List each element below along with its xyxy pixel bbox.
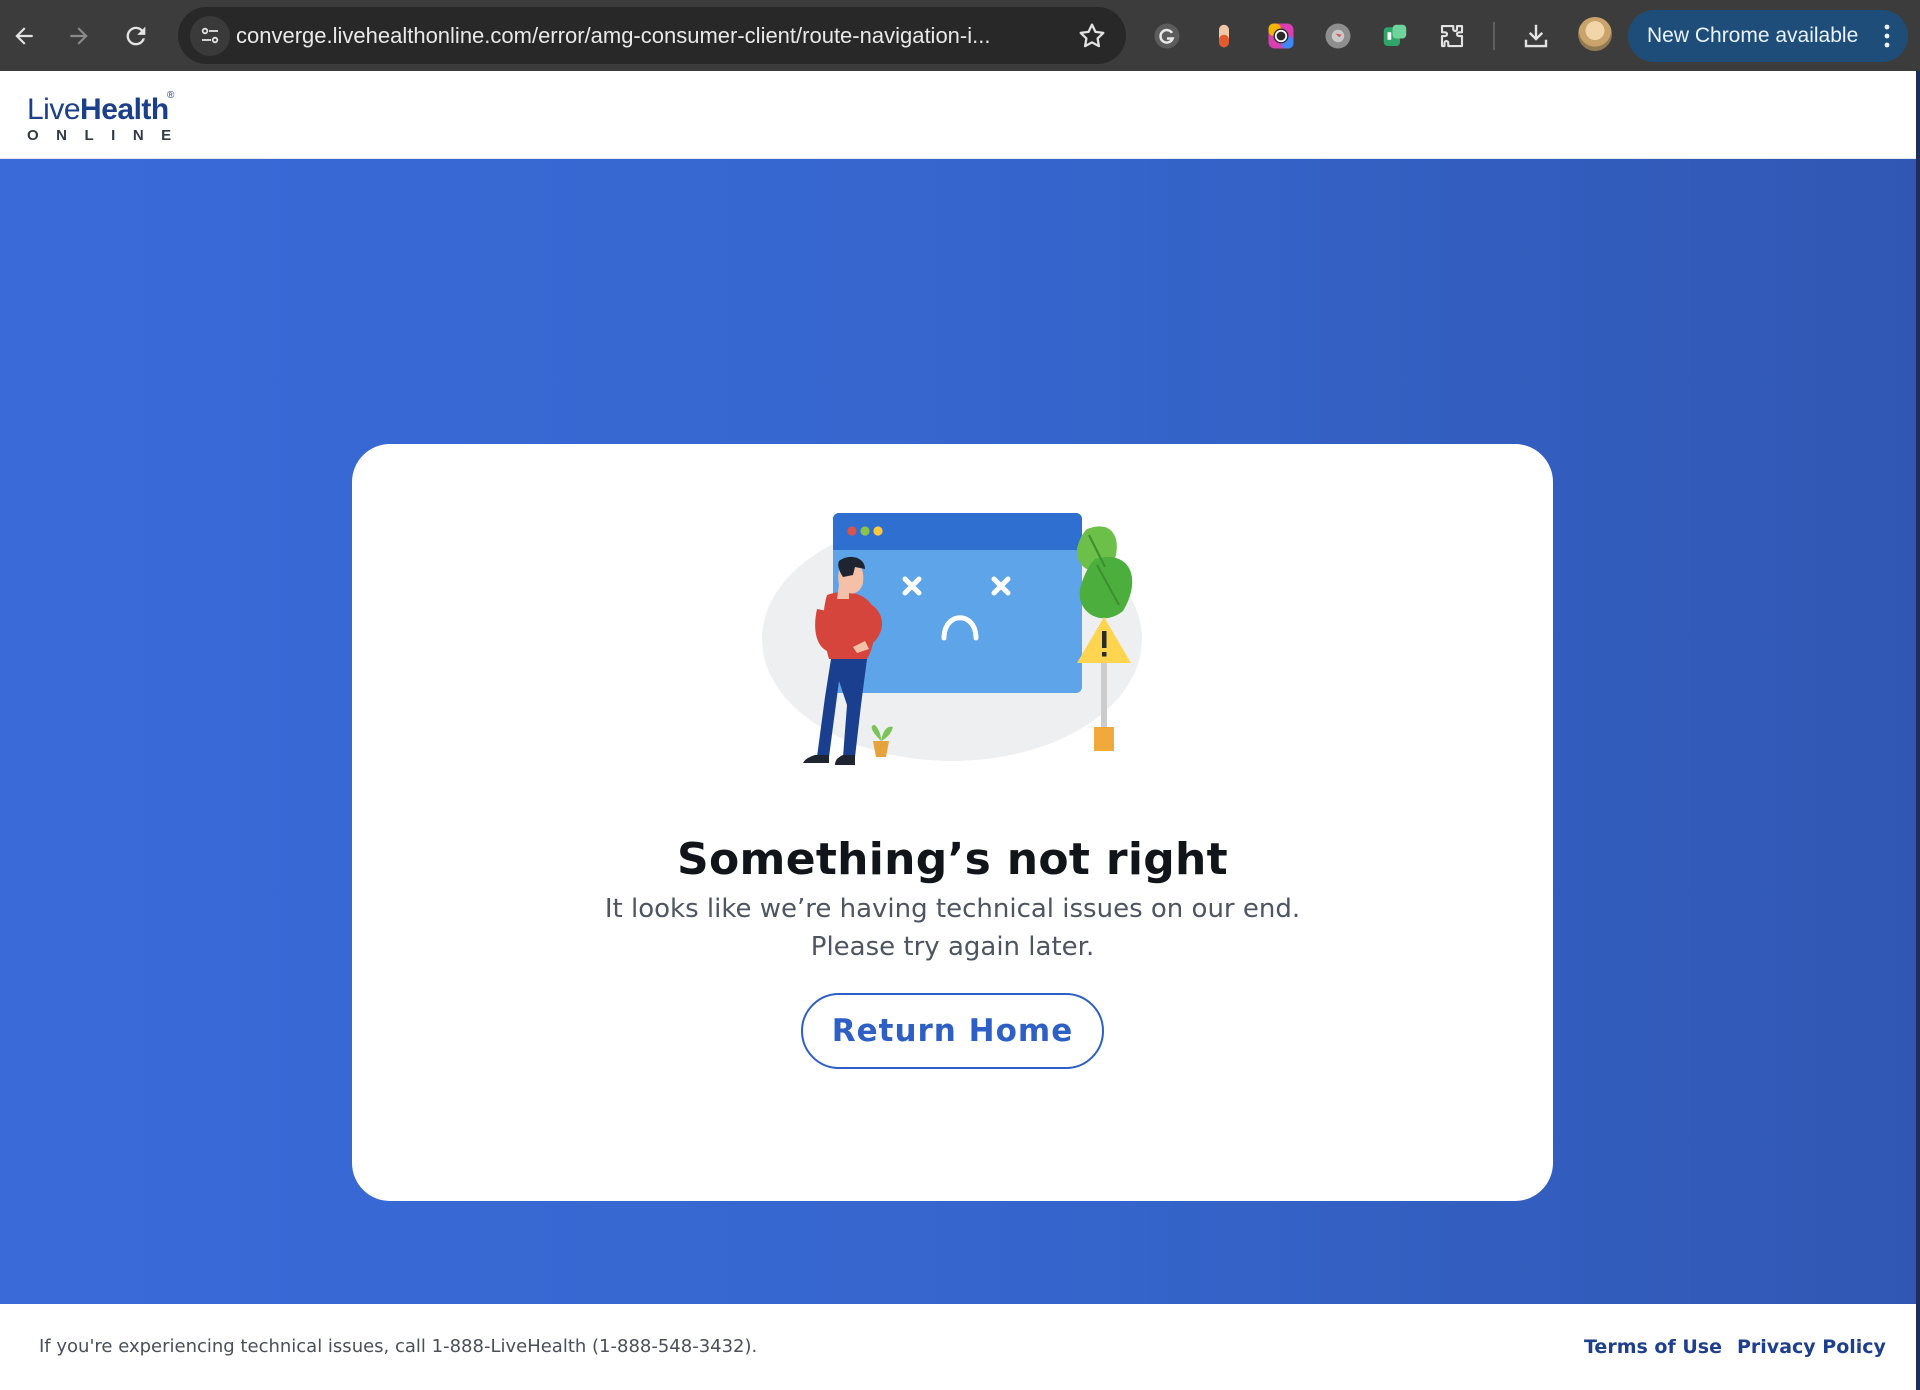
toolbar-separator bbox=[1493, 22, 1495, 50]
browser-toolbar: converge.livehealthonline.com/error/amg-… bbox=[0, 0, 1920, 71]
logo-wordmark: LiveHealth bbox=[27, 93, 169, 127]
back-icon bbox=[15, 27, 33, 45]
site-info-icon bbox=[201, 27, 219, 44]
back-button[interactable] bbox=[2, 14, 46, 58]
extension-icon bbox=[1219, 24, 1229, 48]
chrome-update-label: New Chrome available bbox=[1647, 24, 1859, 47]
error-message-line-1: It looks like we’re having technical iss… bbox=[604, 894, 1301, 924]
color-extension-icon bbox=[1268, 23, 1294, 49]
site-footer: If you're experiencing technical issues,… bbox=[0, 1304, 1916, 1390]
color-extension-button[interactable] bbox=[1262, 17, 1300, 55]
site-header: LiveHealth ® ONLINE bbox=[0, 71, 1916, 159]
forward-button[interactable] bbox=[57, 14, 101, 58]
return-home-button[interactable]: Return Home bbox=[801, 993, 1104, 1069]
forward-icon bbox=[70, 27, 88, 45]
logo-registered-mark: ® bbox=[167, 90, 175, 101]
extension-button-3[interactable] bbox=[1376, 17, 1414, 55]
grammarly-extension-button[interactable] bbox=[1148, 17, 1186, 55]
logo-live: Live bbox=[27, 93, 81, 126]
extension-button-1[interactable] bbox=[1205, 17, 1243, 55]
livehealth-logo[interactable]: LiveHealth ® ONLINE bbox=[27, 90, 177, 149]
window-edge bbox=[1916, 71, 1920, 1390]
menu-dots-icon[interactable] bbox=[1884, 24, 1890, 48]
extensions-menu-button[interactable] bbox=[1433, 17, 1471, 55]
error-message: It looks like we’re having technical iss… bbox=[352, 890, 1553, 966]
extension-button-2[interactable] bbox=[1319, 17, 1357, 55]
logo-online: ONLINE bbox=[27, 127, 189, 144]
download-icon bbox=[1524, 24, 1548, 48]
hero-section: Something’s not right It looks like we’r… bbox=[0, 159, 1916, 1304]
downloads-button[interactable] bbox=[1517, 17, 1555, 55]
support-phone-text: If you're experiencing technical issues,… bbox=[39, 1336, 758, 1357]
address-bar[interactable]: converge.livehealthonline.com/error/amg-… bbox=[178, 7, 1126, 64]
error-browser-illustration bbox=[762, 513, 1142, 765]
terms-of-use-link[interactable]: Terms of Use bbox=[1584, 1304, 1722, 1390]
profile-avatar[interactable] bbox=[1578, 17, 1612, 51]
extensions-puzzle-icon bbox=[1440, 24, 1464, 48]
site-info-button[interactable] bbox=[190, 16, 230, 56]
logo-health: Health bbox=[80, 93, 169, 126]
grammarly-extension-icon bbox=[1154, 23, 1180, 49]
error-title: Something’s not right bbox=[677, 834, 1228, 886]
error-card: Something’s not right It looks like we’r… bbox=[352, 444, 1553, 1201]
bookmark-star-icon[interactable] bbox=[1076, 20, 1108, 52]
extension-icon bbox=[1325, 23, 1351, 49]
extension-icon bbox=[1383, 24, 1407, 46]
reload-button[interactable] bbox=[114, 14, 158, 58]
chrome-update-button[interactable]: New Chrome available bbox=[1628, 10, 1908, 62]
privacy-policy-link[interactable]: Privacy Policy bbox=[1737, 1304, 1886, 1390]
reload-icon bbox=[126, 26, 146, 46]
url-text[interactable]: converge.livehealthonline.com/error/amg-… bbox=[236, 7, 1036, 64]
error-message-line-2: Please try again later. bbox=[810, 932, 1095, 962]
